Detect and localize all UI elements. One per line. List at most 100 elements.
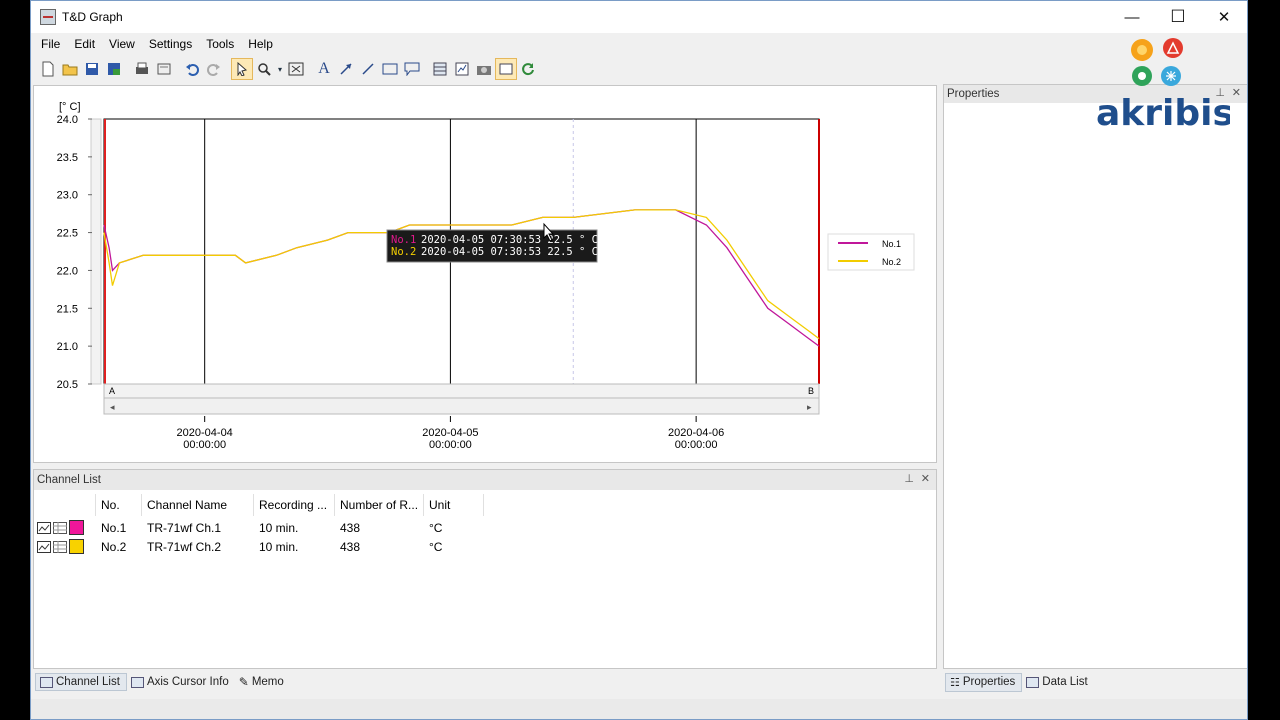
table-icon bbox=[130, 676, 144, 688]
table-icon[interactable] bbox=[53, 540, 67, 553]
y-axis-unit: [° C] bbox=[59, 101, 81, 113]
menu-file[interactable]: File bbox=[34, 37, 67, 51]
arrow-tool-icon[interactable] bbox=[335, 58, 357, 80]
menu-tools[interactable]: Tools bbox=[199, 37, 241, 51]
channel-count: 438 bbox=[340, 539, 361, 554]
channel-interval: 10 min. bbox=[259, 539, 299, 554]
tab-memo[interactable]: ✎ Memo bbox=[235, 673, 290, 691]
graph-settings-icon[interactable] bbox=[451, 58, 473, 80]
camera-icon[interactable] bbox=[473, 58, 495, 80]
tooltip-series-label: No.2 bbox=[391, 246, 416, 258]
print-preview-icon[interactable] bbox=[153, 58, 175, 80]
channel-count: 438 bbox=[340, 520, 361, 535]
open-folder-icon[interactable] bbox=[59, 58, 81, 80]
bottom-tabs-left: Channel List Axis Cursor Info ✎ Memo bbox=[35, 671, 290, 693]
tab-label: Data List bbox=[1042, 676, 1088, 688]
tooltip-value: 2020-04-05 07:30:53 22.5 ° C bbox=[421, 234, 598, 246]
channel-unit: °C bbox=[429, 539, 443, 554]
graph-visible-icon[interactable] bbox=[37, 521, 51, 534]
y-tick-label: 22.0 bbox=[57, 265, 78, 277]
channel-list-columns: No. Channel Name Recording ... Number of… bbox=[34, 494, 936, 516]
save-icon[interactable] bbox=[81, 58, 103, 80]
properties-panel: Properties ⊥ ✕ bbox=[943, 84, 1247, 669]
minimize-button[interactable]: — bbox=[1109, 1, 1155, 33]
column-no[interactable]: No. bbox=[96, 494, 142, 516]
tab-axis-cursor-info[interactable]: Axis Cursor Info bbox=[127, 674, 235, 690]
menu-settings[interactable]: Settings bbox=[142, 37, 199, 51]
properties-icon: ☷ bbox=[950, 676, 960, 689]
close-panel-icon[interactable]: ✕ bbox=[1232, 86, 1241, 99]
x-tick-time: 00:00:00 bbox=[675, 439, 718, 451]
cursor-b-label: B bbox=[808, 386, 814, 396]
list-icon bbox=[40, 676, 53, 688]
scroll-left-arrow: ◂ bbox=[110, 402, 115, 412]
channel-row-1[interactable]: No.1 TR-71wf Ch.1 10 min. 438 °C bbox=[34, 518, 936, 537]
channel-no: No.2 bbox=[101, 539, 127, 554]
channel-color-swatch[interactable] bbox=[69, 520, 84, 535]
close-button[interactable]: ✕ bbox=[1201, 1, 1247, 33]
list-icon bbox=[1026, 676, 1040, 688]
channel-list-header: Channel List ⊥ ✕ bbox=[34, 470, 936, 490]
y-tick-label: 23.5 bbox=[57, 152, 78, 164]
channel-list-panel: Channel List ⊥ ✕ No. Channel Name Record… bbox=[33, 469, 937, 669]
new-file-icon[interactable] bbox=[37, 58, 59, 80]
akribis-logo-text: akribis bbox=[1096, 93, 1230, 134]
legend-box bbox=[827, 233, 915, 271]
tab-properties[interactable]: ☷ Properties bbox=[945, 672, 1023, 692]
text-tool-icon[interactable]: A bbox=[313, 58, 335, 80]
redo-icon[interactable] bbox=[203, 58, 225, 80]
print-icon[interactable] bbox=[131, 58, 153, 80]
tab-label: Memo bbox=[251, 676, 284, 688]
line-tool-icon[interactable] bbox=[357, 58, 379, 80]
zoom-dropdown-icon[interactable]: ▾ bbox=[275, 58, 285, 80]
column-recording-interval[interactable]: Recording ... bbox=[254, 494, 335, 516]
table-icon[interactable] bbox=[53, 521, 67, 534]
channel-row-2[interactable]: No.2 TR-71wf Ch.2 10 min. 438 °C bbox=[34, 537, 936, 556]
undo-icon[interactable] bbox=[181, 58, 203, 80]
akribis-logo-mark: akribis bbox=[1096, 38, 1234, 134]
graph-visible-icon[interactable] bbox=[37, 540, 51, 553]
cursor-strip bbox=[103, 383, 820, 399]
tab-channel-list[interactable]: Channel List bbox=[35, 673, 127, 691]
window-title: T&D Graph bbox=[62, 10, 123, 24]
channel-list-title: Channel List bbox=[37, 474, 101, 486]
channel-color-swatch[interactable] bbox=[69, 539, 84, 554]
window-controls: — ☐ ✕ bbox=[1109, 1, 1247, 33]
channel-name: TR-71wf Ch.2 bbox=[147, 539, 222, 554]
memo-pen-icon: ✎ bbox=[238, 675, 249, 689]
rectangle-tool-icon[interactable] bbox=[379, 58, 401, 80]
column-channel-name[interactable]: Channel Name bbox=[142, 494, 254, 516]
pin-icon[interactable]: ⊥ bbox=[904, 472, 914, 485]
save-csv-icon[interactable] bbox=[103, 58, 125, 80]
temperature-chart[interactable]: 24.0 23.5 23.0 22.5 22.0 21.5 21.0 20.5 [° C] 202… bbox=[34, 86, 938, 464]
horizontal-scrollbar bbox=[103, 397, 820, 415]
y-tick-label: 21.0 bbox=[57, 341, 78, 353]
toolbar: ▾ A bbox=[31, 57, 1247, 81]
y-tick-label: 22.5 bbox=[57, 228, 78, 240]
menu-help[interactable]: Help bbox=[241, 37, 280, 51]
fit-all-icon[interactable] bbox=[285, 58, 307, 80]
maximize-button[interactable]: ☐ bbox=[1155, 1, 1201, 33]
cursor-a-label: A bbox=[109, 386, 115, 396]
x-tick-time: 00:00:00 bbox=[429, 439, 472, 451]
legend-label: No.1 bbox=[882, 239, 901, 249]
close-panel-icon[interactable]: ✕ bbox=[921, 472, 930, 485]
select-pointer-icon[interactable] bbox=[231, 58, 253, 80]
refresh-icon[interactable] bbox=[517, 58, 539, 80]
data-list-icon[interactable] bbox=[429, 58, 451, 80]
app-icon bbox=[40, 9, 56, 25]
channel-name: TR-71wf Ch.1 bbox=[147, 520, 222, 535]
zoom-icon[interactable] bbox=[253, 58, 275, 80]
column-unit[interactable]: Unit bbox=[424, 494, 484, 516]
tab-label: Properties bbox=[962, 676, 1016, 688]
column-number-of-readings[interactable]: Number of R... bbox=[335, 494, 424, 516]
y-tick-label: 21.5 bbox=[57, 303, 78, 315]
window-layout-icon[interactable] bbox=[495, 58, 517, 80]
menu-view[interactable]: View bbox=[102, 37, 142, 51]
channel-interval: 10 min. bbox=[259, 520, 299, 535]
menu-edit[interactable]: Edit bbox=[67, 37, 102, 51]
channel-no: No.1 bbox=[101, 520, 127, 535]
tab-data-list[interactable]: Data List bbox=[1022, 674, 1093, 690]
callout-tool-icon[interactable] bbox=[401, 58, 423, 80]
y-scrollbar bbox=[90, 118, 102, 385]
